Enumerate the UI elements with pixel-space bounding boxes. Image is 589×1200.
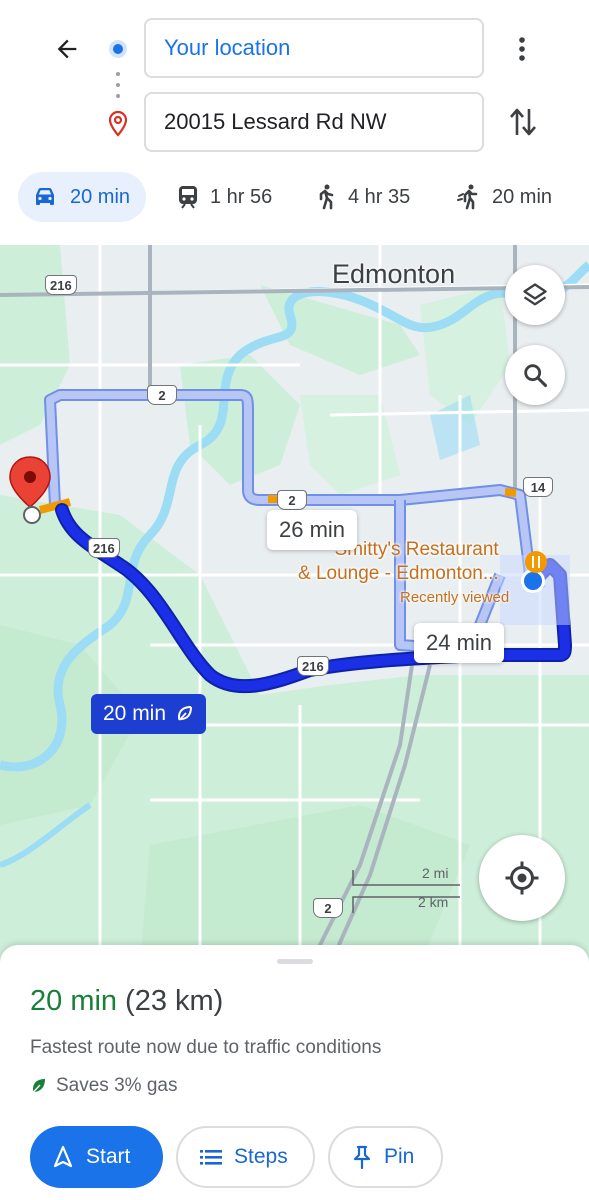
layers-button[interactable] (505, 265, 565, 325)
destination-pin-icon (108, 110, 128, 137)
directions-header: Your location 20015 Lessard Rd NW 20 min (0, 0, 589, 245)
tab-transit-label: 1 hr 56 (210, 185, 273, 208)
navigation-arrow-icon (53, 1145, 73, 1168)
selected-route-time: 20 min (103, 702, 167, 725)
scale-km: 2 km (418, 894, 449, 910)
search-icon (524, 364, 548, 388)
route-summary: 20 min (23 km) (30, 985, 223, 1018)
steps-button[interactable]: Steps (176, 1126, 315, 1188)
start-label: Start (86, 1145, 131, 1168)
road-shield: 2 (277, 490, 307, 510)
road-shield: 2 (147, 385, 177, 405)
tab-ride-label: 20 min (492, 185, 553, 208)
eco-savings: Saves 3% gas (30, 1075, 177, 1097)
walk-icon (319, 184, 334, 210)
tab-ride[interactable]: 20 min (456, 172, 552, 222)
steps-label: Steps (234, 1145, 288, 1168)
travel-mode-tabs: 20 min 1 hr 56 4 hr 35 20 min (0, 170, 589, 224)
more-vert-icon (519, 37, 525, 61)
road-shield: 216 (297, 656, 329, 676)
road-shield: 14 (523, 477, 553, 497)
list-icon (200, 1150, 222, 1165)
my-location-button[interactable] (479, 835, 565, 921)
alt-route-time-bubble[interactable]: 24 min (414, 623, 505, 663)
tab-walk[interactable]: 4 hr 35 (316, 172, 410, 222)
search-along-route-button[interactable] (505, 345, 565, 405)
start-button[interactable]: Start (30, 1126, 163, 1188)
road-shield: 216 (45, 275, 77, 295)
more-options-button[interactable] (505, 28, 539, 70)
tab-transit[interactable]: 1 hr 56 (178, 172, 272, 222)
route-summary-sheet[interactable]: 20 min (23 km) Fastest route now due to … (0, 945, 589, 1200)
destination-input[interactable]: 20015 Lessard Rd NW (144, 92, 484, 152)
ride-icon (457, 184, 478, 210)
pushpin-icon (353, 1145, 371, 1169)
route-duration: 20 min (30, 985, 118, 1017)
layers-icon (523, 283, 547, 306)
back-button[interactable] (46, 28, 88, 70)
swap-directions-button[interactable] (502, 100, 544, 144)
road-shield: 2 (313, 898, 343, 918)
road-shield: 216 (88, 538, 120, 558)
drag-handle[interactable] (277, 959, 313, 964)
my-location-icon (505, 861, 539, 895)
eco-leaf-icon (32, 1079, 45, 1093)
poi-recently-viewed: Recently viewed (400, 589, 510, 606)
swap-vert-icon (510, 108, 536, 136)
route-map[interactable]: Edmonton 216 2 2 14 216 216 2 Smitty's R… (0, 245, 589, 965)
origin-input[interactable]: Your location (144, 18, 484, 78)
pin-button[interactable]: Pin (328, 1126, 443, 1188)
eco-leaf-icon (178, 706, 193, 721)
tab-drive[interactable]: 20 min (18, 172, 147, 222)
route-connector-dots (116, 72, 120, 98)
alt-route-time-bubble[interactable]: 26 min (267, 510, 358, 550)
city-label: Edmonton (332, 259, 456, 289)
poi-name-line2: & Lounge - Edmonton... (298, 563, 499, 584)
scale-miles: 2 mi (422, 865, 449, 881)
arrow-back-icon (57, 39, 77, 59)
pin-label: Pin (384, 1145, 415, 1168)
eco-savings-text: Saves 3% gas (56, 1075, 178, 1096)
car-icon (36, 188, 54, 205)
train-icon (179, 186, 197, 209)
selected-route-time-bubble[interactable]: 20 min (91, 694, 207, 734)
origin-dot-icon (109, 40, 127, 58)
route-distance: (23 km) (125, 985, 224, 1017)
tab-walk-label: 4 hr 35 (348, 185, 411, 208)
tab-drive-label: 20 min (70, 185, 131, 208)
route-note: Fastest route now due to traffic conditi… (30, 1037, 382, 1058)
